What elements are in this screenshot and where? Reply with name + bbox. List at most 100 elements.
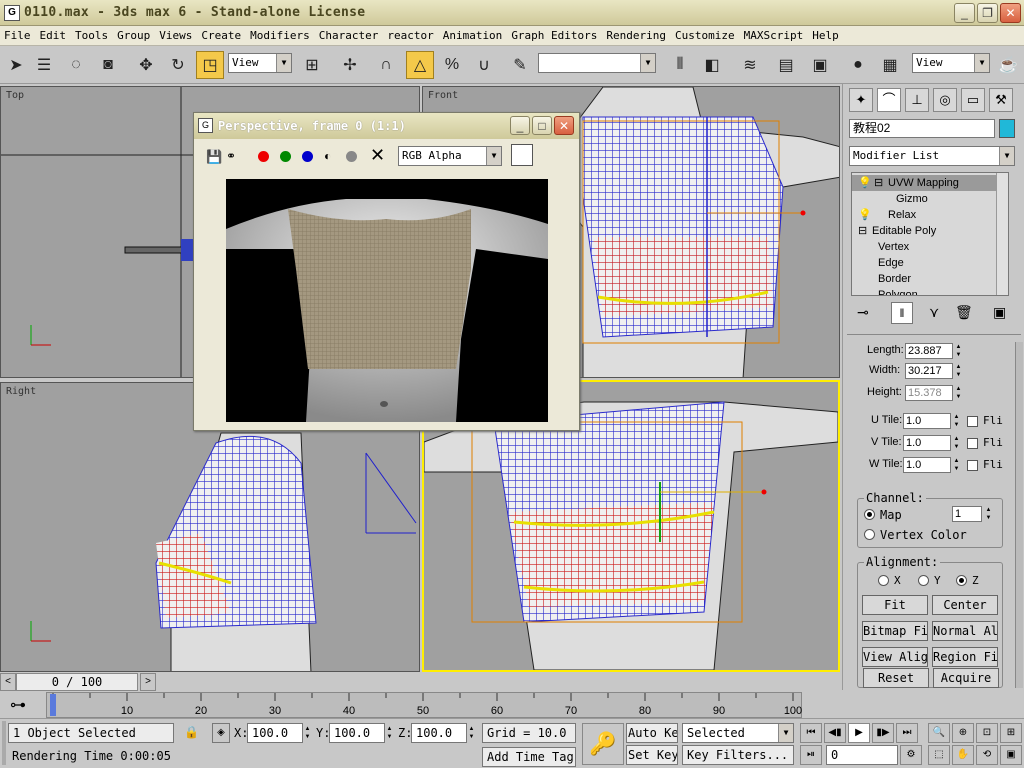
track-view-icon[interactable]: ▤ xyxy=(772,51,800,79)
add-time-tag-button[interactable]: Add Time Tag xyxy=(482,747,576,767)
stack-item-vertex[interactable]: Vertex xyxy=(852,239,998,255)
length-spinner[interactable]: 23.887 xyxy=(905,343,953,359)
spinner-arrows-icon[interactable]: ▲ ▼ xyxy=(954,343,963,359)
utilities-tab-icon[interactable]: ⚒ xyxy=(989,88,1013,112)
stack-item-relax[interactable]: 💡 Relax xyxy=(852,207,998,223)
view-align-button[interactable]: View Align xyxy=(862,647,928,667)
set-key-button[interactable]: Set Key xyxy=(626,745,678,765)
menu-character[interactable]: Character xyxy=(319,29,379,42)
current-frame-field[interactable]: 0 xyxy=(826,745,898,765)
material-editor-icon[interactable]: ● xyxy=(844,51,872,79)
monochrome-icon[interactable] xyxy=(346,151,357,162)
y-coordinate-field[interactable]: 100.0 xyxy=(329,723,385,743)
spinner-arrows-icon[interactable]: ▲ ▼ xyxy=(952,413,961,429)
stack-item-border[interactable]: Border xyxy=(852,271,998,287)
spinner-arrows-icon[interactable]: ▲ ▼ xyxy=(954,363,963,379)
set-key-icon[interactable]: 🔑 xyxy=(582,723,624,765)
zoom-icon[interactable]: 🔍 xyxy=(928,723,950,743)
key-filters-button[interactable]: Key Filters... xyxy=(682,745,794,765)
menu-create[interactable]: Create xyxy=(201,29,241,42)
angle-snap-icon[interactable]: △ xyxy=(406,51,434,79)
lightbulb-icon[interactable]: 💡 xyxy=(858,207,872,223)
alpha-channel-icon[interactable]: ◐ xyxy=(324,149,331,163)
edit-named-selection-icon[interactable]: ✎ xyxy=(506,51,534,79)
reference-coordinate-dropdown[interactable]: View ▼ xyxy=(228,53,292,73)
zoom-all-icon[interactable]: ⊕ xyxy=(952,723,974,743)
v-flip-checkbox[interactable] xyxy=(967,438,978,449)
reset-button[interactable]: Reset xyxy=(863,668,929,688)
close-button[interactable]: ✕ xyxy=(1000,3,1021,23)
close-button[interactable]: ✕ xyxy=(554,116,574,135)
create-tab-icon[interactable]: ✦ xyxy=(849,88,873,112)
remove-modifier-icon[interactable]: 🗑 xyxy=(955,304,973,321)
3d-snap-icon[interactable]: ∩ xyxy=(372,51,400,79)
menu-rendering[interactable]: Rendering xyxy=(606,29,666,42)
u-flip-checkbox[interactable] xyxy=(967,416,978,427)
time-slider[interactable]: < 0 / 100 > xyxy=(0,672,842,692)
lock-icon[interactable]: 🔒 xyxy=(184,725,199,739)
spinner-arrows-icon[interactable]: ▲ ▼ xyxy=(952,457,961,473)
move-icon[interactable]: ✥ xyxy=(132,51,160,79)
show-end-result-icon[interactable]: ‖ xyxy=(891,302,913,324)
spinner-arrows-icon[interactable]: ▲ ▼ xyxy=(952,435,961,451)
minimize-button[interactable]: _ xyxy=(510,116,530,135)
expand-icon[interactable]: ⊟ xyxy=(858,223,867,239)
region-fit-button[interactable]: Region Fit xyxy=(932,647,998,667)
menu-file[interactable]: File xyxy=(4,29,31,42)
menu-customize[interactable]: Customize xyxy=(675,29,735,42)
select-arrow-icon[interactable]: ➤ xyxy=(2,51,30,79)
spinner-arrows-icon[interactable]: ▲ ▼ xyxy=(984,506,993,522)
previous-frame-icon[interactable]: ◀▮ xyxy=(824,723,846,743)
width-spinner[interactable]: 30.217 xyxy=(905,363,953,379)
spinner-arrows-icon[interactable]: ▲ ▼ xyxy=(385,725,394,741)
restore-button[interactable]: ❐ xyxy=(977,3,998,23)
menu-views[interactable]: Views xyxy=(159,29,192,42)
command-panel-scrollbar[interactable] xyxy=(1015,342,1023,688)
percent-snap-icon[interactable]: % xyxy=(438,51,466,79)
stack-item-edge[interactable]: Edge xyxy=(852,255,998,271)
next-frame-icon[interactable]: ▮▶ xyxy=(872,723,894,743)
modify-tab-icon[interactable]: ⌒ xyxy=(877,88,901,112)
align-x-radio[interactable] xyxy=(878,575,889,586)
chevron-right-icon[interactable]: > xyxy=(140,673,156,691)
motion-tab-icon[interactable]: ◎ xyxy=(933,88,957,112)
layer-manager-icon[interactable]: ≋ xyxy=(736,51,764,79)
stack-item-polygon[interactable]: Polygon xyxy=(852,287,998,295)
timeline-ruler[interactable]: 0102030405060708090100 xyxy=(46,692,802,718)
maximize-button[interactable]: □ xyxy=(532,116,552,135)
spinner-snap-icon[interactable]: ∪ xyxy=(470,51,498,79)
center-button[interactable]: Center xyxy=(932,595,998,615)
blue-channel-icon[interactable] xyxy=(302,151,313,162)
object-color-swatch[interactable] xyxy=(999,119,1015,138)
zoom-extents-all-icon[interactable]: ⊞ xyxy=(1000,723,1022,743)
time-configuration-icon[interactable]: ⚙ xyxy=(900,745,922,765)
w-tile-spinner[interactable]: 1.0 xyxy=(903,457,951,473)
red-channel-icon[interactable] xyxy=(258,151,269,162)
chevron-left-icon[interactable]: < xyxy=(0,673,16,691)
collapse-icon[interactable]: ⊟ xyxy=(874,175,883,191)
menu-help[interactable]: Help xyxy=(812,29,839,42)
v-tile-spinner[interactable]: 1.0 xyxy=(903,435,951,451)
zoom-extents-icon[interactable]: ⊡ xyxy=(976,723,998,743)
map-channel-radio[interactable] xyxy=(864,509,875,520)
make-unique-icon[interactable]: ⋎ xyxy=(929,304,939,321)
hierarchy-tab-icon[interactable]: ⊥ xyxy=(905,88,929,112)
modifier-list-dropdown[interactable]: Modifier List ▼ xyxy=(849,146,1015,166)
auto-key-button[interactable]: Auto Key xyxy=(626,723,678,743)
spinner-arrows-icon[interactable]: ▲ ▼ xyxy=(467,725,476,741)
vertex-color-radio[interactable] xyxy=(864,529,875,540)
clone-window-icon[interactable]: ⚭ xyxy=(226,149,236,163)
render-scene-icon[interactable]: ▦ xyxy=(876,51,904,79)
configure-sets-icon[interactable]: ▣ xyxy=(993,304,1006,321)
region-zoom-icon[interactable]: ⬚ xyxy=(928,745,950,765)
object-name-field[interactable]: 教程02 xyxy=(849,119,995,138)
play-icon[interactable]: ▶ xyxy=(848,723,870,743)
schematic-view-icon[interactable]: ▣ xyxy=(806,51,834,79)
display-tab-icon[interactable]: ▭ xyxy=(961,88,985,112)
menu-graph-editors[interactable]: Graph Editors xyxy=(511,29,597,42)
menu-edit[interactable]: Edit xyxy=(40,29,67,42)
menu-animation[interactable]: Animation xyxy=(443,29,503,42)
u-tile-spinner[interactable]: 1.0 xyxy=(903,413,951,429)
menu-modifiers[interactable]: Modifiers xyxy=(250,29,310,42)
time-slider-thumb[interactable] xyxy=(50,694,56,716)
